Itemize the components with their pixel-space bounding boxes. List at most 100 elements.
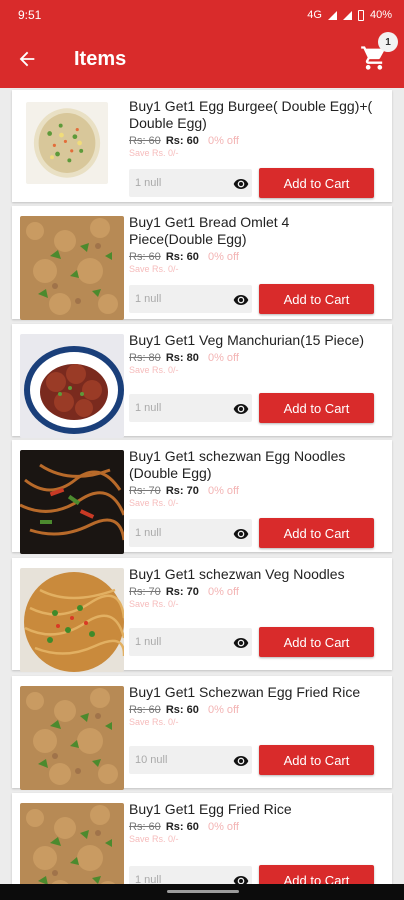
price: Rs: 80 [165,352,199,364]
item-name: Buy1 Get1 Egg Burgee( Double Egg)+( Doub… [129,98,373,131]
savings: Save Rs. 0/- [129,717,179,727]
item-info: Buy1 Get1 Veg Manchurian(15 Piece) Rs: 8… [129,332,374,375]
item-image [20,803,124,884]
original-price: Rs: 60 [129,704,161,716]
items-list[interactable]: Buy1 Get1 Egg Burgee( Double Egg)+( Doub… [0,88,404,884]
item-card[interactable]: Buy1 Get1 schezwan Veg Noodles Rs: 70 Rs… [12,558,392,670]
item-card[interactable]: Buy1 Get1 Egg Fried Rice Rs: 60 Rs: 60 0… [12,793,392,884]
quantity-field[interactable]: 1 null [129,394,252,422]
item-card[interactable]: Buy1 Get1 Bread Omlet 4 Piece(Double Egg… [12,206,392,319]
signal-icon [327,10,337,20]
add-to-cart-button[interactable]: Add to Cart [259,168,374,198]
quantity-field[interactable]: 1 null [129,519,252,547]
quantity-field[interactable]: 1 null [129,866,252,884]
eye-icon[interactable] [233,526,249,542]
item-image [20,450,124,554]
original-price: Rs: 60 [129,135,161,147]
back-button[interactable] [0,30,54,88]
savings: Save Rs. 0/- [129,834,179,844]
discount: 0% off [207,485,239,497]
item-name: Buy1 Get1 schezwan Veg Noodles [129,566,345,582]
item-info: Buy1 Get1 Egg Burgee( Double Egg)+( Doub… [129,98,374,158]
discount: 0% off [207,704,239,716]
add-to-cart-button[interactable]: Add to Cart [259,284,374,314]
price: Rs: 60 [165,135,199,147]
signal-icon-2 [342,10,352,20]
price: Rs: 70 [165,586,199,598]
item-image [20,334,124,438]
battery-icon [357,9,364,21]
item-name: Buy1 Get1 Egg Fried Rice [129,801,292,817]
quantity-field[interactable]: 1 null [129,285,252,313]
savings: Save Rs. 0/- [129,148,179,158]
price-row: Rs: 70 Rs: 70 0% off [129,485,374,497]
item-name: Buy1 Get1 Schezwan Egg Fried Rice [129,684,361,700]
price: Rs: 60 [165,821,199,833]
item-name: Buy1 Get1 Bread Omlet 4 Piece(Double Egg… [129,214,290,247]
price: Rs: 70 [165,485,199,497]
item-image [26,102,108,184]
home-gesture-handle[interactable] [167,890,239,893]
item-card[interactable]: Buy1 Get1 Schezwan Egg Fried Rice Rs: 60… [12,676,392,788]
item-image [20,568,124,672]
status-time: 9:51 [18,8,42,22]
item-image [20,686,124,790]
quantity-value: 1 null [135,636,162,648]
quantity-value: 1 null [135,874,162,884]
network-label: 4G [307,9,322,21]
page-title: Items [74,47,127,70]
eye-icon[interactable] [233,635,249,651]
add-to-cart-button[interactable]: Add to Cart [259,518,374,548]
original-price: Rs: 70 [129,586,161,598]
eye-icon[interactable] [233,176,249,192]
status-bar: 9:51 4G 40% [0,0,404,30]
quantity-field[interactable]: 1 null [129,628,252,656]
item-info: Buy1 Get1 schezwan Veg Noodles Rs: 70 Rs… [129,566,374,609]
quantity-value: 1 null [135,527,162,539]
item-info: Buy1 Get1 Egg Fried Rice Rs: 60 Rs: 60 0… [129,801,374,844]
original-price: Rs: 70 [129,485,161,497]
item-info: Buy1 Get1 Bread Omlet 4 Piece(Double Egg… [129,214,374,274]
eye-icon[interactable] [233,292,249,308]
cart-button[interactable]: 1 [360,32,398,72]
savings: Save Rs. 0/- [129,264,179,274]
quantity-field[interactable]: 1 null [129,169,252,197]
quantity-value: 1 null [135,293,162,305]
quantity-value: 1 null [135,177,162,189]
savings: Save Rs. 0/- [129,599,179,609]
add-to-cart-button[interactable]: Add to Cart [259,865,374,884]
item-card[interactable]: Buy1 Get1 Veg Manchurian(15 Piece) Rs: 8… [12,324,392,436]
item-card[interactable]: Buy1 Get1 Egg Burgee( Double Egg)+( Doub… [12,90,392,202]
discount: 0% off [207,251,239,263]
add-to-cart-button[interactable]: Add to Cart [259,393,374,423]
price-row: Rs: 60 Rs: 60 0% off [129,704,374,716]
discount: 0% off [207,821,239,833]
price-row: Rs: 80 Rs: 80 0% off [129,352,374,364]
price: Rs: 60 [165,251,199,263]
discount: 0% off [207,352,239,364]
battery-level: 40% [369,9,392,21]
arrow-left-icon [19,51,35,67]
item-card[interactable]: Buy1 Get1 schezwan Egg Noodles (Double E… [12,440,392,552]
price-row: Rs: 70 Rs: 70 0% off [129,586,374,598]
item-image [20,216,124,320]
original-price: Rs: 60 [129,821,161,833]
discount: 0% off [207,135,239,147]
eye-icon[interactable] [233,401,249,417]
price-row: Rs: 60 Rs: 60 0% off [129,135,374,147]
add-to-cart-button[interactable]: Add to Cart [259,627,374,657]
eye-icon[interactable] [233,873,249,884]
system-navigation-bar [0,884,404,900]
original-price: Rs: 80 [129,352,161,364]
item-info: Buy1 Get1 Schezwan Egg Fried Rice Rs: 60… [129,684,374,727]
item-info: Buy1 Get1 schezwan Egg Noodles (Double E… [129,448,374,508]
price: Rs: 60 [165,704,199,716]
quantity-field[interactable]: 10 null [129,746,252,774]
eye-icon[interactable] [233,753,249,769]
add-to-cart-button[interactable]: Add to Cart [259,745,374,775]
item-name: Buy1 Get1 Veg Manchurian(15 Piece) [129,332,365,348]
price-row: Rs: 60 Rs: 60 0% off [129,251,374,263]
savings: Save Rs. 0/- [129,365,179,375]
savings: Save Rs. 0/- [129,498,179,508]
price-row: Rs: 60 Rs: 60 0% off [129,821,374,833]
